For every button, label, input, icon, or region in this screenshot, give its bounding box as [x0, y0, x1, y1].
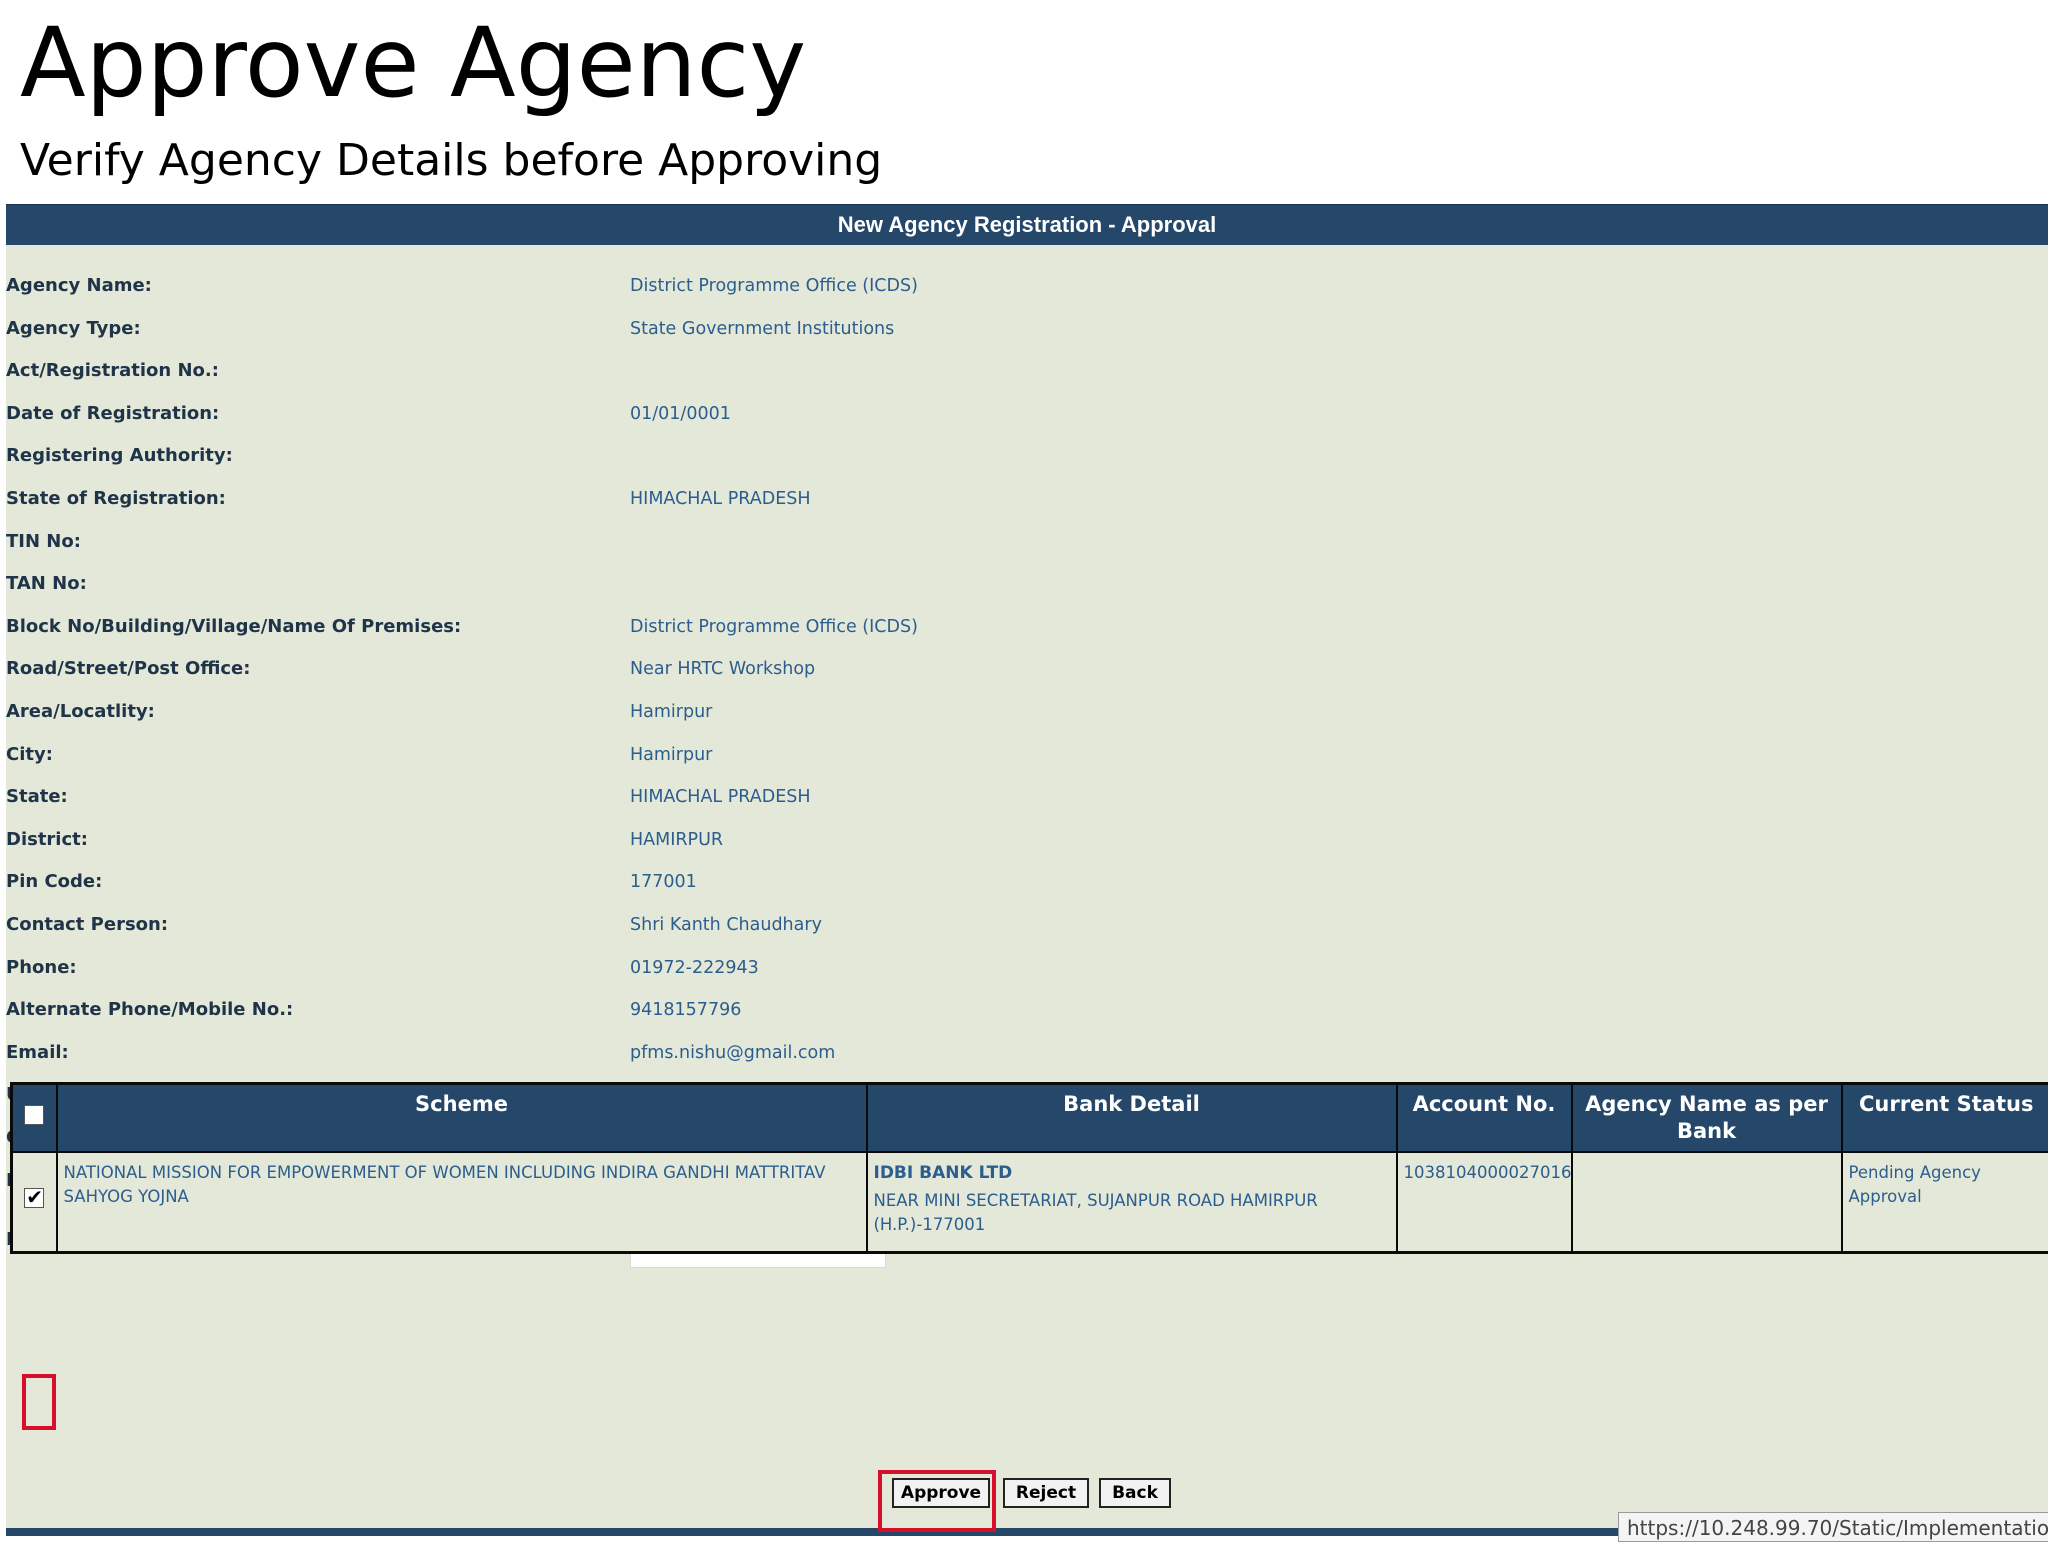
field-label: TAN No:: [6, 569, 12, 599]
field-label: Block No/Building/Village/Name Of Premis…: [6, 612, 12, 642]
field-row: Phone: 01972-222943: [6, 953, 1406, 983]
field-row: Email: pfms.nishu@gmail.com: [6, 1038, 1406, 1068]
row-checkbox[interactable]: [24, 1188, 44, 1208]
field-value: District Programme Office (ICDS): [630, 271, 918, 301]
field-value: Shri Kanth Chaudhary: [630, 910, 822, 940]
field-label: State of Registration:: [6, 484, 12, 514]
scheme-cell: NATIONAL MISSION FOR EMPOWERMENT OF WOME…: [57, 1152, 867, 1252]
field-label: Road/Street/Post Office:: [6, 654, 12, 684]
field-row: Contact Person: Shri Kanth Chaudhary: [6, 910, 1406, 940]
field-value: Hamirpur: [630, 697, 712, 727]
field-value: HIMACHAL PRADESH: [630, 782, 811, 812]
field-row: District: HAMIRPUR: [6, 825, 1406, 855]
agency-name-bank-cell: [1572, 1152, 1842, 1252]
field-value: State Government Institutions: [630, 314, 894, 344]
row-select-cell: [12, 1152, 57, 1252]
field-row: Date of Registration: 01/01/0001: [6, 399, 1406, 429]
field-row: Agency Name: District Programme Office (I…: [6, 271, 1406, 301]
field-row: Agency Type: State Government Institution…: [6, 314, 1406, 344]
row-checkbox-highlight: [22, 1374, 56, 1430]
field-value: 01972-222943: [630, 953, 759, 983]
slide-subtitle: Verify Agency Details before Approving: [20, 130, 882, 192]
field-label: TIN No:: [6, 527, 12, 557]
field-row: Area/Locatlity: Hamirpur: [6, 697, 1406, 727]
field-value: 01/01/0001: [630, 399, 731, 429]
table-header-row: Scheme Bank Detail Account No. Agency Na…: [12, 1084, 2048, 1153]
field-row: Act/Registration No.:: [6, 356, 1406, 386]
bank-address: NEAR MINI SECRETARIAT, SUJANPUR ROAD HAM…: [874, 1191, 1318, 1234]
field-row: State: HIMACHAL PRADESH: [6, 782, 1406, 812]
field-label: District:: [6, 825, 12, 855]
column-header-current-status: Current Status: [1842, 1084, 2048, 1153]
field-value: District Programme Office (ICDS): [630, 612, 918, 642]
select-all-checkbox[interactable]: [24, 1105, 44, 1125]
field-row: Road/Street/Post Office: Near HRTC Worksh…: [6, 654, 1406, 684]
field-label: Pin Code:: [6, 867, 12, 897]
column-header-agency-name-bank: Agency Name as per Bank: [1572, 1084, 1842, 1153]
field-row: Alternate Phone/Mobile No.: 9418157796: [6, 995, 1406, 1025]
field-value: Near HRTC Workshop: [630, 654, 815, 684]
field-value: HIMACHAL PRADESH: [630, 484, 811, 514]
reject-button[interactable]: Reject: [1003, 1478, 1089, 1508]
field-label: Registering Authority:: [6, 441, 12, 471]
field-value: Hamirpur: [630, 740, 712, 770]
field-row: TIN No:: [6, 527, 1406, 557]
field-label: Agency Name:: [6, 271, 12, 301]
field-label: City:: [6, 740, 12, 770]
panel-header: New Agency Registration - Approval: [6, 204, 2048, 245]
slide-title: Approve Agency: [20, 4, 806, 122]
field-label: Contact Person:: [6, 910, 12, 940]
bank-detail-cell: IDBI BANK LTD NEAR MINI SECRETARIAT, SUJ…: [867, 1152, 1397, 1252]
field-label: Alternate Phone/Mobile No.:: [6, 995, 12, 1025]
approve-button-highlight: [878, 1470, 996, 1532]
back-button[interactable]: Back: [1099, 1478, 1171, 1508]
field-row: Block No/Building/Village/Name Of Premis…: [6, 612, 1406, 642]
field-label: Email:: [6, 1038, 12, 1068]
field-label: Phone:: [6, 953, 12, 983]
field-label: Date of Registration:: [6, 399, 12, 429]
column-header-bank-detail: Bank Detail: [867, 1084, 1397, 1153]
approval-window: New Agency Registration - Approval Agenc…: [6, 204, 2048, 1536]
field-label: Act/Registration No.:: [6, 356, 12, 386]
bank-name: IDBI BANK LTD: [874, 1161, 1390, 1185]
field-row: City: Hamirpur: [6, 740, 1406, 770]
field-label: State:: [6, 782, 12, 812]
field-label: Area/Locatlity:: [6, 697, 12, 727]
status-bar-url: https://10.248.99.70/Static/Implementati…: [1618, 1512, 2048, 1542]
field-row: State of Registration: HIMACHAL PRADESH: [6, 484, 1406, 514]
column-header-account-no: Account No.: [1397, 1084, 1572, 1153]
current-status-cell: Pending Agency Approval: [1842, 1152, 2048, 1252]
field-value: pfms.nishu@gmail.com: [630, 1038, 835, 1068]
field-label: Agency Type:: [6, 314, 12, 344]
scheme-table: Scheme Bank Detail Account No. Agency Na…: [10, 1082, 2048, 1254]
field-row: Registering Authority:: [6, 441, 1406, 471]
account-no-cell: 1038104000027016: [1397, 1152, 1572, 1252]
select-all-cell: [12, 1084, 57, 1153]
field-value: 177001: [630, 867, 697, 897]
field-value: HAMIRPUR: [630, 825, 723, 855]
field-row: TAN No:: [6, 569, 1406, 599]
column-header-scheme: Scheme: [57, 1084, 867, 1153]
field-value: 9418157796: [630, 995, 741, 1025]
table-row: NATIONAL MISSION FOR EMPOWERMENT OF WOME…: [12, 1152, 2048, 1252]
field-row: Pin Code: 177001: [6, 867, 1406, 897]
